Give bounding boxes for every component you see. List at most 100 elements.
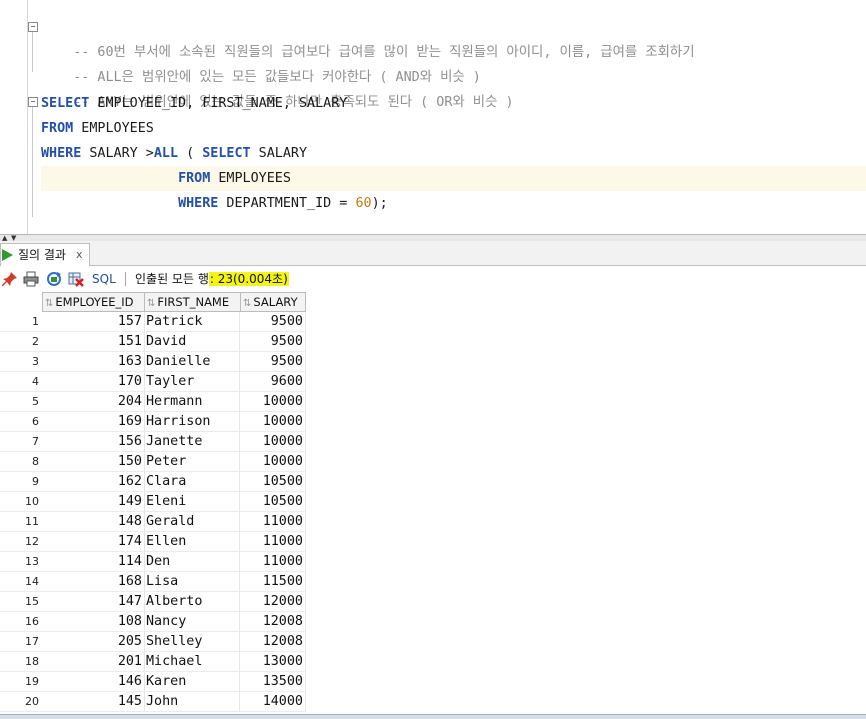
first-name-cell[interactable]: Alberto bbox=[145, 592, 240, 612]
salary-cell[interactable]: 12008 bbox=[240, 632, 306, 652]
salary-cell[interactable]: 9500 bbox=[240, 332, 306, 352]
print-icon[interactable] bbox=[23, 271, 39, 287]
employee-id-cell[interactable]: 147 bbox=[42, 592, 145, 612]
column-header-salary[interactable]: ⇅ SALARY bbox=[240, 292, 306, 312]
salary-cell[interactable]: 14000 bbox=[240, 692, 306, 712]
salary-cell[interactable]: 9600 bbox=[240, 372, 306, 392]
first-name-cell[interactable]: Clara bbox=[145, 472, 240, 492]
employee-id-cell[interactable]: 108 bbox=[42, 612, 145, 632]
table-row[interactable]: 7 156 Janette 10000 bbox=[0, 432, 306, 452]
table-row[interactable]: 13 114 Den 11000 bbox=[0, 552, 306, 572]
sql-editor[interactable]: − − -- 60번 부서에 소속된 직원들의 급여보다 급여를 많이 받는 직… bbox=[0, 0, 866, 234]
employee-id-cell[interactable]: 114 bbox=[42, 552, 145, 572]
employee-id-cell[interactable]: 169 bbox=[42, 412, 145, 432]
salary-cell[interactable]: 10500 bbox=[240, 492, 306, 512]
column-header-employee-id[interactable]: ⇅ EMPLOYEE_ID bbox=[42, 292, 145, 312]
code-line-subquery-where[interactable]: WHERE DEPARTMENT_ID = 60); bbox=[41, 191, 866, 216]
code-comment-line[interactable]: -- 60번 부서에 소속된 직원들의 급여보다 급여를 많이 받는 직원들의 … bbox=[41, 15, 866, 60]
employee-id-cell[interactable]: 150 bbox=[42, 452, 145, 472]
employee-id-cell[interactable]: 148 bbox=[42, 512, 145, 532]
employee-id-cell[interactable]: 163 bbox=[42, 352, 145, 372]
first-name-cell[interactable]: Patrick bbox=[145, 312, 240, 332]
table-row[interactable]: 17 205 Shelley 12008 bbox=[0, 632, 306, 652]
pin-icon[interactable] bbox=[2, 271, 18, 287]
salary-cell[interactable]: 9500 bbox=[240, 352, 306, 372]
salary-cell[interactable]: 10000 bbox=[240, 392, 306, 412]
salary-cell[interactable]: 10500 bbox=[240, 472, 306, 492]
employee-id-cell[interactable]: 156 bbox=[42, 432, 145, 452]
horizontal-scrollbar[interactable] bbox=[0, 714, 866, 719]
first-name-cell[interactable]: Shelley bbox=[145, 632, 240, 652]
table-row[interactable]: 14 168 Lisa 11500 bbox=[0, 572, 306, 592]
code-comment-line[interactable]: -- ALL은 범위안에 있는 모든 값들보다 커야한다 ( AND와 비슷 ) bbox=[41, 40, 866, 85]
salary-cell[interactable]: 9500 bbox=[240, 312, 306, 332]
results-grid[interactable]: ⇅ EMPLOYEE_ID ⇅ FIRST_NAME ⇅ SALARY 1 157 Pat… bbox=[0, 292, 866, 718]
first-name-cell[interactable]: Gerald bbox=[145, 512, 240, 532]
salary-cell[interactable]: 11000 bbox=[240, 552, 306, 572]
first-name-cell[interactable]: Eleni bbox=[145, 492, 240, 512]
table-row[interactable]: 11 148 Gerald 11000 bbox=[0, 512, 306, 532]
employee-id-cell[interactable]: 205 bbox=[42, 632, 145, 652]
sort-icon[interactable]: ⇅ bbox=[45, 298, 53, 309]
delete-icon[interactable] bbox=[68, 271, 84, 287]
table-row[interactable]: 18 201 Michael 13000 bbox=[0, 652, 306, 672]
code-comment-line[interactable]: -- ANY는 범위안에 있는 값들 중 하나만 충족되도 된다 ( OR와 비… bbox=[41, 65, 866, 110]
table-row[interactable]: 8 150 Peter 10000 bbox=[0, 452, 306, 472]
employee-id-cell[interactable]: 149 bbox=[42, 492, 145, 512]
employee-id-cell[interactable]: 204 bbox=[42, 392, 145, 412]
first-name-cell[interactable]: Ellen bbox=[145, 532, 240, 552]
fold-toggle-icon[interactable]: − bbox=[28, 22, 38, 32]
column-header-first-name[interactable]: ⇅ FIRST_NAME bbox=[144, 292, 241, 312]
first-name-cell[interactable]: Michael bbox=[145, 652, 240, 672]
salary-cell[interactable]: 10000 bbox=[240, 412, 306, 432]
employee-id-cell[interactable]: 174 bbox=[42, 532, 145, 552]
salary-cell[interactable]: 10000 bbox=[240, 432, 306, 452]
first-name-cell[interactable]: Peter bbox=[145, 452, 240, 472]
table-row[interactable]: 6 169 Harrison 10000 bbox=[0, 412, 306, 432]
table-row[interactable]: 20 145 John 14000 bbox=[0, 692, 306, 712]
employee-id-cell[interactable]: 162 bbox=[42, 472, 145, 492]
employee-id-cell[interactable]: 168 bbox=[42, 572, 145, 592]
close-icon[interactable]: x bbox=[76, 244, 83, 266]
fold-toggle-icon[interactable]: − bbox=[28, 97, 38, 107]
salary-cell[interactable]: 12008 bbox=[240, 612, 306, 632]
sql-link[interactable]: SQL bbox=[92, 266, 116, 292]
code-line-where[interactable]: WHERE SALARY >ALL ( SELECT SALARY bbox=[41, 141, 866, 166]
code-line-subquery-from[interactable]: FROM EMPLOYEES bbox=[41, 166, 866, 191]
employee-id-cell[interactable]: 201 bbox=[42, 652, 145, 672]
first-name-cell[interactable]: David bbox=[145, 332, 240, 352]
first-name-cell[interactable]: John bbox=[145, 692, 240, 712]
salary-cell[interactable]: 11000 bbox=[240, 512, 306, 532]
employee-id-cell[interactable]: 146 bbox=[42, 672, 145, 692]
refresh-icon[interactable] bbox=[46, 271, 62, 287]
first-name-cell[interactable]: Karen bbox=[145, 672, 240, 692]
table-row[interactable]: 15 147 Alberto 12000 bbox=[0, 592, 306, 612]
salary-cell[interactable]: 12000 bbox=[240, 592, 306, 612]
table-row[interactable]: 19 146 Karen 13500 bbox=[0, 672, 306, 692]
employee-id-cell[interactable]: 145 bbox=[42, 692, 145, 712]
table-row[interactable]: 1 157 Patrick 9500 bbox=[0, 312, 306, 332]
code-line-select[interactable]: SELECT EMPLOYEE_ID, FIRST_NAME, SALARY bbox=[41, 91, 866, 116]
salary-cell[interactable]: 13000 bbox=[240, 652, 306, 672]
first-name-cell[interactable]: Den bbox=[145, 552, 240, 572]
code-line-from[interactable]: FROM EMPLOYEES bbox=[41, 116, 866, 141]
table-row[interactable]: 3 163 Danielle 9500 bbox=[0, 352, 306, 372]
salary-cell[interactable]: 13500 bbox=[240, 672, 306, 692]
table-row[interactable]: 10 149 Eleni 10500 bbox=[0, 492, 306, 512]
first-name-cell[interactable]: Hermann bbox=[145, 392, 240, 412]
first-name-cell[interactable]: Danielle bbox=[145, 352, 240, 372]
table-row[interactable]: 9 162 Clara 10500 bbox=[0, 472, 306, 492]
first-name-cell[interactable]: Janette bbox=[145, 432, 240, 452]
table-row[interactable]: 16 108 Nancy 12008 bbox=[0, 612, 306, 632]
first-name-cell[interactable]: Nancy bbox=[145, 612, 240, 632]
salary-cell[interactable]: 11500 bbox=[240, 572, 306, 592]
first-name-cell[interactable]: Tayler bbox=[145, 372, 240, 392]
sort-icon[interactable]: ⇅ bbox=[243, 298, 251, 309]
first-name-cell[interactable]: Lisa bbox=[145, 572, 240, 592]
table-row[interactable]: 4 170 Tayler 9600 bbox=[0, 372, 306, 392]
salary-cell[interactable]: 10000 bbox=[240, 452, 306, 472]
salary-cell[interactable]: 11000 bbox=[240, 532, 306, 552]
employee-id-cell[interactable]: 170 bbox=[42, 372, 145, 392]
first-name-cell[interactable]: Harrison bbox=[145, 412, 240, 432]
table-row[interactable]: 5 204 Hermann 10000 bbox=[0, 392, 306, 412]
